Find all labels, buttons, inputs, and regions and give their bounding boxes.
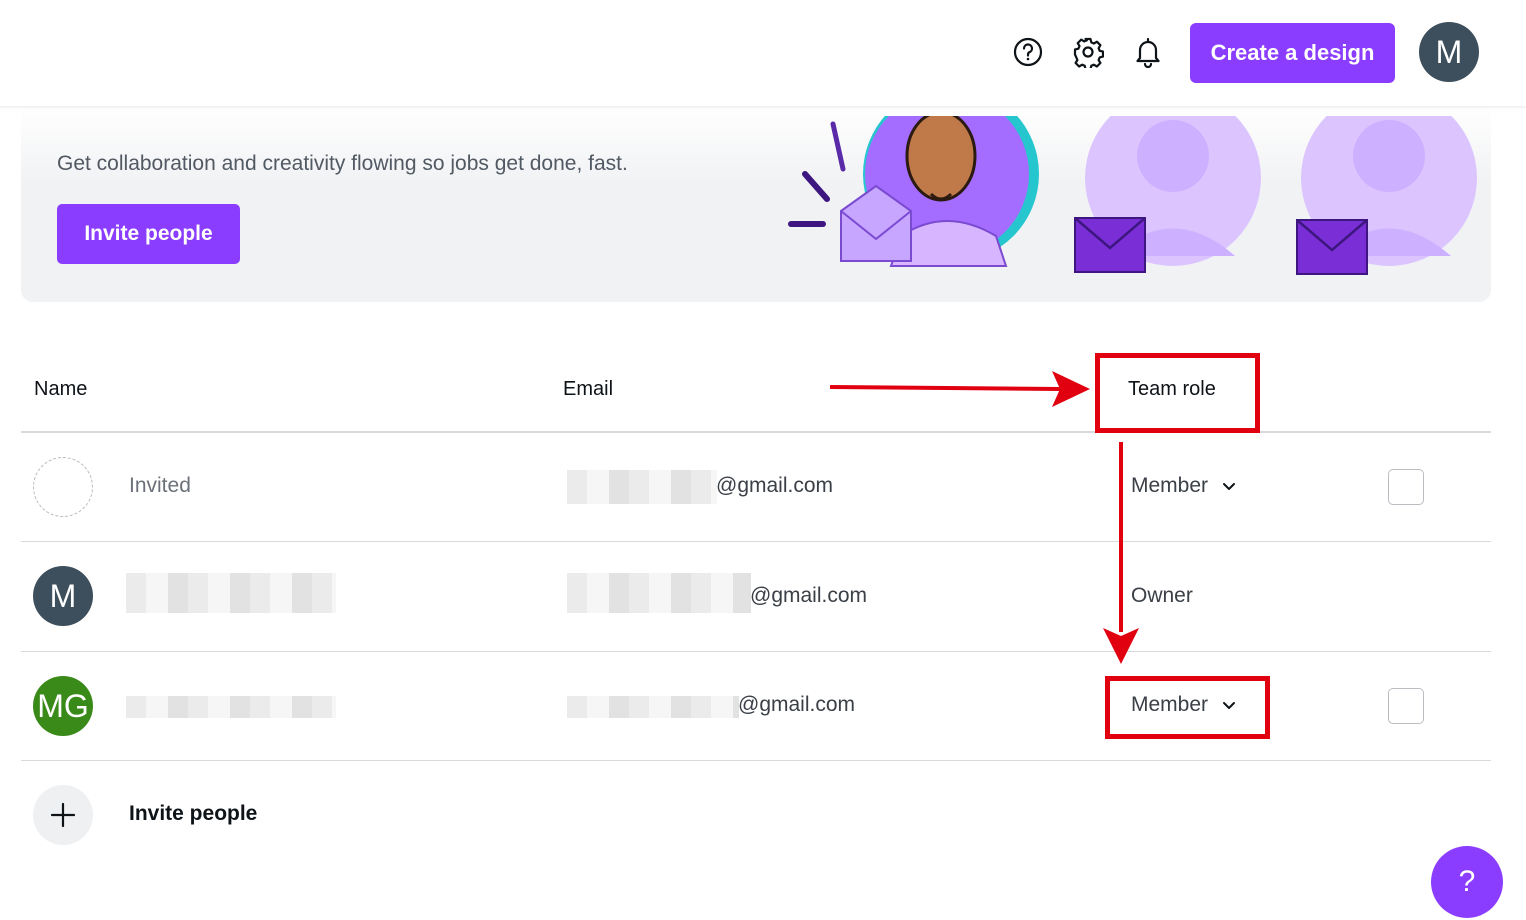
help-fab-button[interactable]: ? <box>1431 846 1503 918</box>
create-design-button[interactable]: Create a design <box>1190 23 1395 83</box>
gear-icon[interactable] <box>1072 36 1104 68</box>
column-header-name: Name <box>34 378 88 400</box>
email-suffix: @gmail.com <box>738 693 856 716</box>
header-divider <box>21 431 1491 433</box>
annotation-box-team-role <box>1095 353 1260 433</box>
column-header-email: Email <box>563 378 614 400</box>
team-illustration <box>788 116 1477 275</box>
email-suffix: @gmail.com <box>750 584 868 607</box>
invite-banner: Get collaboration and creativity flowing… <box>21 106 1491 302</box>
invited-avatar-placeholder <box>33 457 93 517</box>
email-suffix: @gmail.com <box>716 474 834 497</box>
invite-people-add-button[interactable] <box>33 785 93 845</box>
email-redacted <box>567 696 739 718</box>
top-bar: Create a design M <box>0 0 1526 106</box>
member-avatar: MG <box>33 676 93 736</box>
row-checkbox[interactable] <box>1388 469 1424 505</box>
invite-people-link[interactable]: Invite people <box>129 802 257 826</box>
name-redacted <box>126 573 336 613</box>
member-avatar: M <box>33 566 93 626</box>
bell-icon[interactable] <box>1132 36 1164 68</box>
role-dropdown[interactable]: Member <box>1131 474 1238 498</box>
email-redacted <box>567 573 751 613</box>
banner-text: Get collaboration and creativity flowing… <box>57 152 628 175</box>
member-name: Invited <box>129 474 191 497</box>
row-divider <box>21 651 1491 652</box>
chevron-down-icon <box>1223 483 1236 490</box>
name-redacted <box>126 696 336 718</box>
row-divider <box>21 541 1491 542</box>
help-circle-icon[interactable] <box>1012 36 1044 68</box>
row-checkbox[interactable] <box>1388 688 1424 724</box>
annotation-box-member-dropdown <box>1105 676 1270 739</box>
banner-invite-button[interactable]: Invite people <box>57 204 240 264</box>
plus-icon <box>50 802 76 828</box>
role-label: Member <box>1131 474 1209 497</box>
row-divider <box>21 760 1491 761</box>
role-label: Owner <box>1131 584 1193 607</box>
user-avatar[interactable]: M <box>1419 22 1479 82</box>
email-redacted <box>567 470 717 504</box>
